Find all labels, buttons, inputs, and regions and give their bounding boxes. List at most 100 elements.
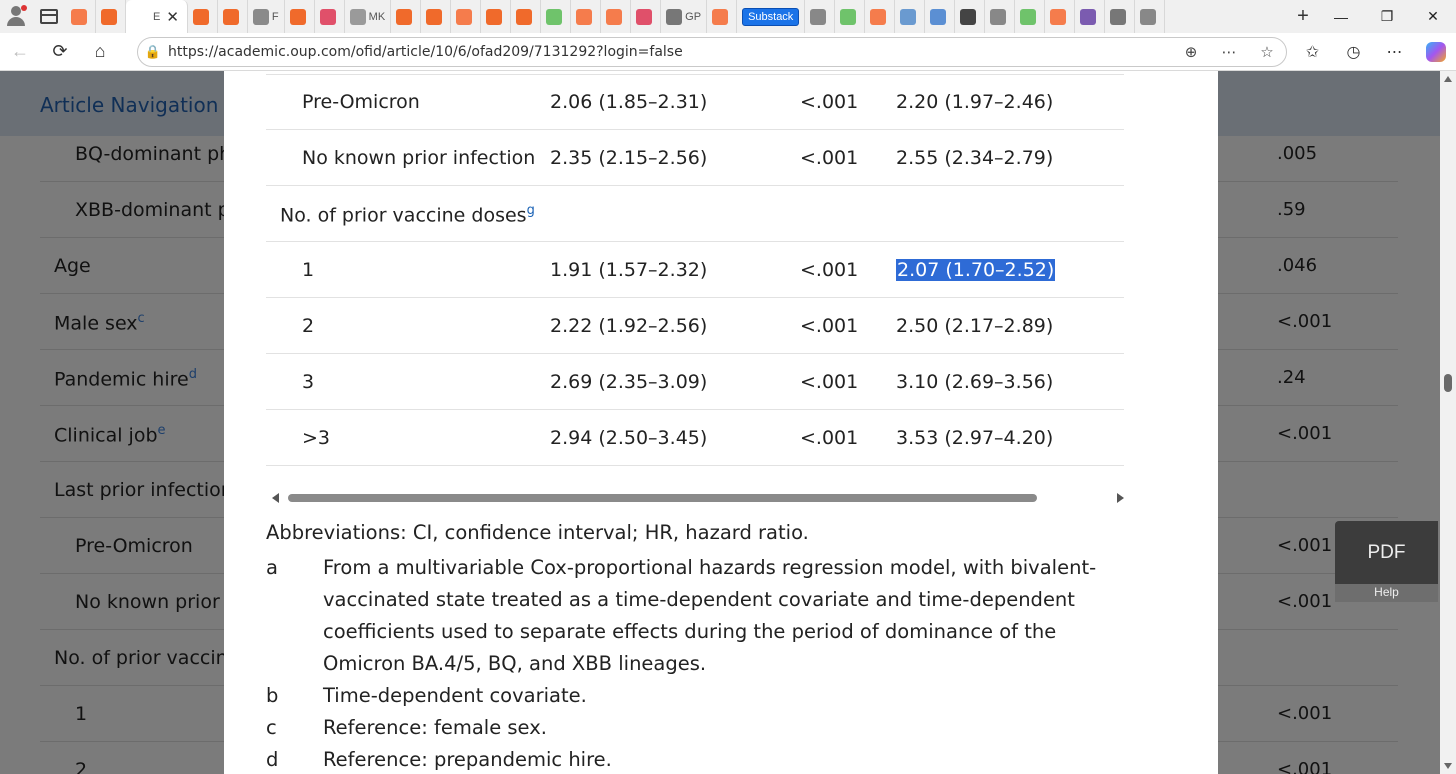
more-options-icon[interactable]: ⋯ (1210, 43, 1248, 61)
browser-tab[interactable] (925, 0, 956, 33)
help-button[interactable]: Help (1335, 584, 1438, 602)
scrollbar-thumb[interactable] (288, 494, 1037, 502)
scroll-up-arrow-icon[interactable] (1444, 76, 1452, 82)
browser-tab[interactable] (955, 0, 986, 33)
tab-substack[interactable]: Substack (737, 0, 806, 33)
browser-tab[interactable] (985, 0, 1016, 33)
zoom-icon[interactable]: ⊕ (1172, 43, 1210, 61)
browser-tab[interactable] (218, 0, 248, 33)
footnote-link[interactable]: d (189, 367, 197, 382)
tab-favicon-icon (516, 8, 533, 25)
favorite-star-icon[interactable]: ☆ (1248, 43, 1286, 61)
browser-tab[interactable] (511, 0, 542, 33)
selected-text: 2.07 (1.70–2.52) (896, 259, 1056, 281)
horizontal-scrollbar[interactable] (272, 491, 1124, 504)
browser-tab[interactable] (96, 0, 126, 33)
footnote-link[interactable]: e (158, 423, 166, 438)
browser-tab[interactable] (421, 0, 452, 33)
close-window-icon[interactable]: ✕ (1410, 0, 1456, 33)
restore-icon[interactable]: ❐ (1364, 0, 1410, 33)
tab-mark: E (153, 10, 161, 23)
new-tab-button[interactable]: + (1288, 0, 1318, 33)
browser-tab[interactable] (315, 0, 345, 33)
row-label-text: No known prior infection (302, 147, 536, 169)
browser-tab[interactable] (631, 0, 662, 33)
background-row-p-value: .59 (1277, 199, 1306, 220)
browser-tab[interactable] (1045, 0, 1076, 33)
browser-tab[interactable] (707, 0, 738, 33)
p-value-cell: <.001 (800, 91, 859, 113)
article-navigation-title[interactable]: Article Navigation (40, 93, 218, 117)
tab-mark: MK (368, 10, 386, 23)
extensions-icon[interactable]: ⋯ (1374, 33, 1415, 71)
background-row-p-value: .046 (1277, 255, 1318, 276)
browser-tab[interactable] (285, 0, 315, 33)
table-row: 1 1.91 (1.57–2.32) <.001 2.07 (1.70–2.52) (266, 242, 1124, 298)
footnote-text: Time-dependent covariate. (323, 684, 587, 707)
row-label: No known prior infection (302, 147, 535, 169)
browser-tab[interactable] (1105, 0, 1136, 33)
hr-value: 2.50 (2.17–2.89) (896, 315, 1054, 337)
browser-tab[interactable] (1135, 0, 1166, 33)
history-icon[interactable]: ◷ (1333, 33, 1374, 71)
reload-button[interactable]: ⟳ (40, 33, 80, 71)
favorites-icon[interactable]: ✩ (1292, 33, 1333, 71)
tab-favicon-icon (134, 8, 150, 25)
row-label-text: No. of prior vaccine doses (280, 204, 527, 227)
row-label-text: No known prior i (75, 591, 232, 613)
browser-tab[interactable] (391, 0, 422, 33)
row-label: 2 (302, 315, 314, 337)
browser-tab[interactable] (865, 0, 896, 33)
home-button[interactable]: ⌂ (80, 33, 120, 71)
url-text[interactable]: https://academic.oup.com/ofid/article/10… (168, 44, 1172, 60)
adjusted-hr-cell: 2.20 (1.97–2.46) (896, 91, 1053, 113)
browser-tab[interactable]: MK (345, 0, 392, 33)
address-bar[interactable]: 🔒 https://academic.oup.com/ofid/article/… (137, 37, 1287, 67)
hr-value: 3.10 (2.69–3.56) (896, 371, 1054, 393)
browser-tab[interactable] (541, 0, 572, 33)
minimize-icon[interactable]: — (1318, 0, 1364, 33)
tab-favicon-icon (252, 8, 269, 25)
footnote-link[interactable]: g (527, 203, 535, 218)
scroll-right-arrow-icon[interactable] (1117, 493, 1124, 503)
background-row-label: 1 (75, 703, 87, 725)
hr-cell: 2.06 (1.85–2.31) (550, 91, 708, 113)
browser-tab[interactable] (571, 0, 602, 33)
browser-tab[interactable] (1075, 0, 1106, 33)
hr-value: 2.20 (1.97–2.46) (896, 91, 1054, 113)
background-row-label: Male sexc (54, 311, 145, 334)
browser-tab[interactable] (601, 0, 632, 33)
footnote-link[interactable]: c (138, 311, 145, 326)
tab-favicon-icon (900, 8, 917, 25)
browser-tab[interactable]: F (248, 0, 285, 33)
browser-tab[interactable] (188, 0, 218, 33)
tab-favicon-icon (1020, 8, 1037, 25)
row-label-text: 1 (75, 703, 88, 725)
background-row-p-value: <.001 (1277, 591, 1333, 612)
browser-tab[interactable] (66, 0, 96, 33)
back-button[interactable]: ← (0, 33, 40, 71)
browser-tab[interactable] (835, 0, 866, 33)
scroll-left-arrow-icon[interactable] (272, 493, 279, 503)
browser-tab[interactable] (451, 0, 482, 33)
profile-icon[interactable] (0, 0, 32, 33)
row-label: Pre-Omicron (302, 91, 420, 113)
browser-tab[interactable] (1015, 0, 1046, 33)
table-modal: Pre-Omicron 2.06 (1.85–2.31) <.001 2.20 (1.… (224, 71, 1218, 774)
footnote-text: Reference: prepandemic hire. (323, 748, 612, 771)
pdf-button[interactable]: PDF (1335, 521, 1438, 585)
workspaces-icon[interactable] (40, 9, 58, 24)
browser-tab[interactable] (805, 0, 836, 33)
tab-close-icon[interactable]: ✕ (166, 8, 179, 26)
tab-active[interactable]: E ✕ (126, 0, 188, 33)
scroll-down-arrow-icon[interactable] (1444, 763, 1452, 769)
adjusted-hr-cell: 2.07 (1.70–2.52) (896, 259, 1056, 281)
copilot-icon[interactable] (1415, 33, 1456, 71)
table-row: Pre-Omicron 2.06 (1.85–2.31) <.001 2.20 (1.… (266, 74, 1124, 130)
lock-icon[interactable]: 🔒 (138, 44, 168, 60)
vertical-scrollbar[interactable] (1440, 71, 1456, 774)
browser-tab[interactable]: GP (661, 0, 708, 33)
browser-tab[interactable] (895, 0, 926, 33)
browser-tab[interactable] (481, 0, 512, 33)
vertical-scrollbar-thumb[interactable] (1444, 374, 1452, 392)
